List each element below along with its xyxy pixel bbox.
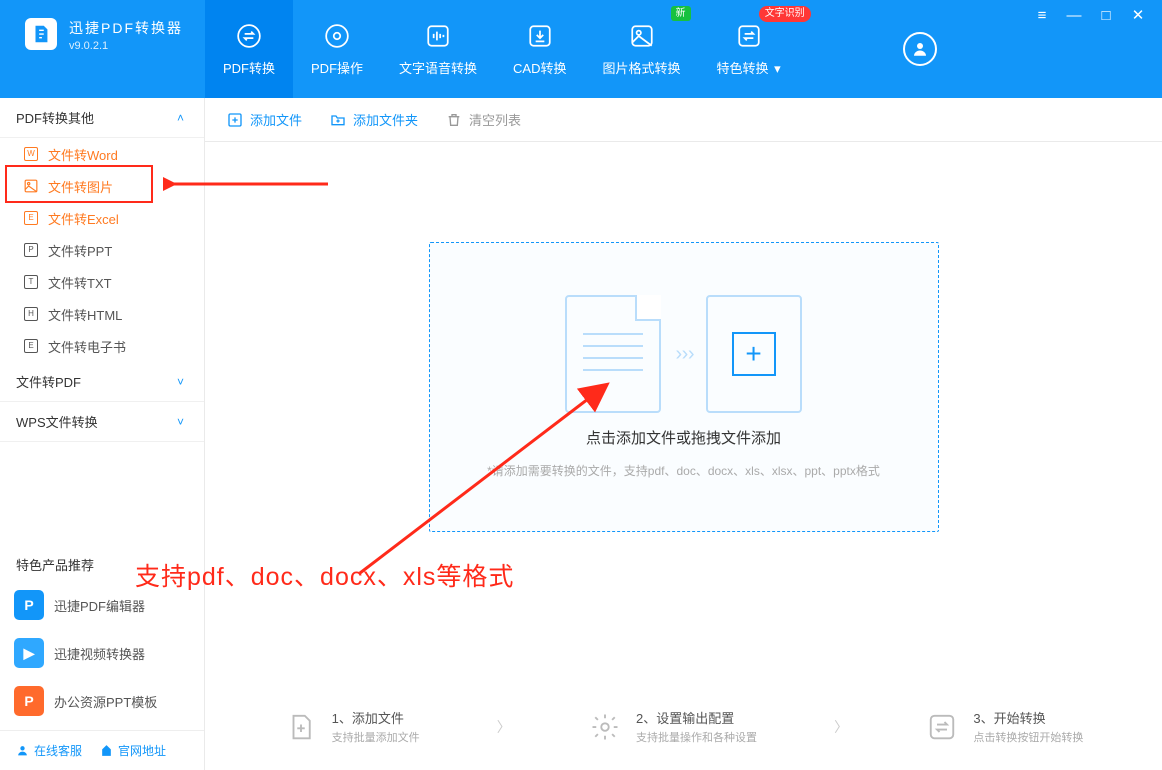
folder-plus-icon [330, 112, 346, 128]
app-logo-icon [25, 18, 57, 50]
new-badge: 新 [671, 6, 691, 21]
side-group-wps[interactable]: WPS文件转换 ˅ [0, 402, 204, 442]
arrows-icon: › › › [675, 343, 691, 366]
featured-pdf-editor[interactable]: P 迅捷PDF编辑器 [14, 586, 190, 624]
sidebar-item-to-txt[interactable]: T文件转TXT [0, 266, 204, 298]
sidebar-item-to-excel[interactable]: E文件转Excel [0, 202, 204, 234]
steps-bar: 1、添加文件 支持批量添加文件 〉 2、设置输出配置 支持批量操作和各种设置 〉… [205, 708, 1162, 745]
sidebar-item-to-ebook[interactable]: E文件转电子书 [0, 330, 204, 362]
clear-list-button[interactable]: 清空列表 [446, 110, 521, 129]
tab-text-audio[interactable]: 文字语音转换 [381, 0, 495, 98]
pdf-editor-icon: P [14, 590, 44, 620]
chevron-down-icon: ˅ [177, 375, 184, 389]
document-icon [565, 295, 661, 413]
close-button[interactable]: ✕ [1129, 6, 1147, 24]
step-2: 2、设置输出配置 支持批量操作和各种设置 [588, 708, 757, 745]
add-folder-button[interactable]: 添加文件夹 [330, 110, 418, 129]
sidebar-item-to-ppt[interactable]: P文件转PPT [0, 234, 204, 266]
toolbar: 添加文件 添加文件夹 清空列表 [205, 98, 1162, 142]
chevron-down-icon: ˅ [177, 415, 184, 429]
step-1: 1、添加文件 支持批量添加文件 [284, 708, 420, 745]
sidebar-item-to-word[interactable]: W文件转Word [0, 138, 204, 170]
app-version: v9.0.2.1 [69, 40, 183, 52]
main-area: 添加文件 添加文件夹 清空列表 › › › + 点击添加文件或拖拽文件 [205, 98, 1162, 770]
footer-links: 在线客服 官网地址 [0, 730, 204, 770]
ppt-icon: P [14, 686, 44, 716]
website-link[interactable]: 官网地址 [100, 742, 166, 759]
tab-pdf-operate[interactable]: PDF操作 [293, 0, 381, 98]
target-icon [323, 22, 351, 50]
main-tabs: PDF转换 PDF操作 文字语音转换 CAD转换 新 图片格式转换 文字识别 特… [205, 0, 799, 98]
drop-graphics: › › › + [565, 295, 801, 413]
trash-icon [446, 112, 462, 128]
app-title: 迅捷PDF转换器 [69, 18, 183, 38]
tab-pdf-convert[interactable]: PDF转换 [205, 0, 293, 98]
step-3: 3、开始转换 点击转换按钮开始转换 [925, 708, 1083, 745]
menu-icon[interactable]: ≡ [1033, 7, 1051, 24]
sidebar-item-to-html[interactable]: H文件转HTML [0, 298, 204, 330]
download-icon [526, 22, 554, 50]
user-area[interactable] [903, 0, 937, 98]
minimize-button[interactable]: — [1065, 7, 1083, 24]
chevron-right-icon: 〉 [834, 717, 848, 737]
ocr-badge: 文字识别 [759, 6, 811, 22]
featured-video-converter[interactable]: ▶ 迅捷视频转换器 [14, 634, 190, 672]
plus-icon: + [732, 332, 776, 376]
featured-ppt-template[interactable]: P 办公资源PPT模板 [14, 682, 190, 720]
online-service-link[interactable]: 在线客服 [16, 742, 82, 759]
logo-area: 迅捷PDF转换器 v9.0.2.1 [0, 0, 205, 98]
drop-hint: *请添加需要转换的文件，支持pdf、doc、docx、xls、xlsx、ppt、… [487, 462, 880, 479]
drop-title: 点击添加文件或拖拽文件添加 [586, 427, 781, 448]
tab-image-format[interactable]: 新 图片格式转换 [585, 0, 699, 98]
side-group-pdf-to-other[interactable]: PDF转换其他 ˄ [0, 98, 204, 138]
chevron-down-icon: ▾ [774, 61, 781, 76]
swap-icon [235, 22, 263, 50]
window-controls: ≡ — □ ✕ [1033, 6, 1147, 24]
maximize-button[interactable]: □ [1097, 7, 1115, 24]
convert-icon [925, 710, 959, 744]
video-icon: ▶ [14, 638, 44, 668]
add-box-icon: + [706, 295, 802, 413]
file-plus-icon [284, 710, 318, 744]
audio-icon [424, 22, 452, 50]
chevron-right-icon: 〉 [497, 717, 511, 737]
user-icon [903, 32, 937, 66]
sidebar: PDF转换其他 ˄ W文件转Word 文件转图片 E文件转Excel P文件转P… [0, 98, 205, 770]
dropzone[interactable]: › › › + 点击添加文件或拖拽文件添加 *请添加需要转换的文件，支持pdf、… [429, 242, 939, 532]
side-group-file-to-pdf[interactable]: 文件转PDF ˅ [0, 362, 204, 402]
featured-title: 特色产品推荐 [0, 555, 204, 574]
image-icon [628, 22, 656, 50]
add-file-button[interactable]: 添加文件 [227, 110, 302, 129]
tab-cad[interactable]: CAD转换 [495, 0, 584, 98]
plus-box-icon [227, 112, 243, 128]
image-icon [24, 179, 38, 193]
star-convert-icon [735, 22, 763, 50]
sidebar-item-to-image[interactable]: 文件转图片 [0, 170, 204, 202]
app-header: 迅捷PDF转换器 v9.0.2.1 PDF转换 PDF操作 文字语音转换 CAD… [0, 0, 1162, 98]
tab-special[interactable]: 文字识别 特色转换 ▾ [699, 0, 799, 98]
gear-icon [588, 710, 622, 744]
chevron-up-icon: ˄ [177, 111, 184, 125]
